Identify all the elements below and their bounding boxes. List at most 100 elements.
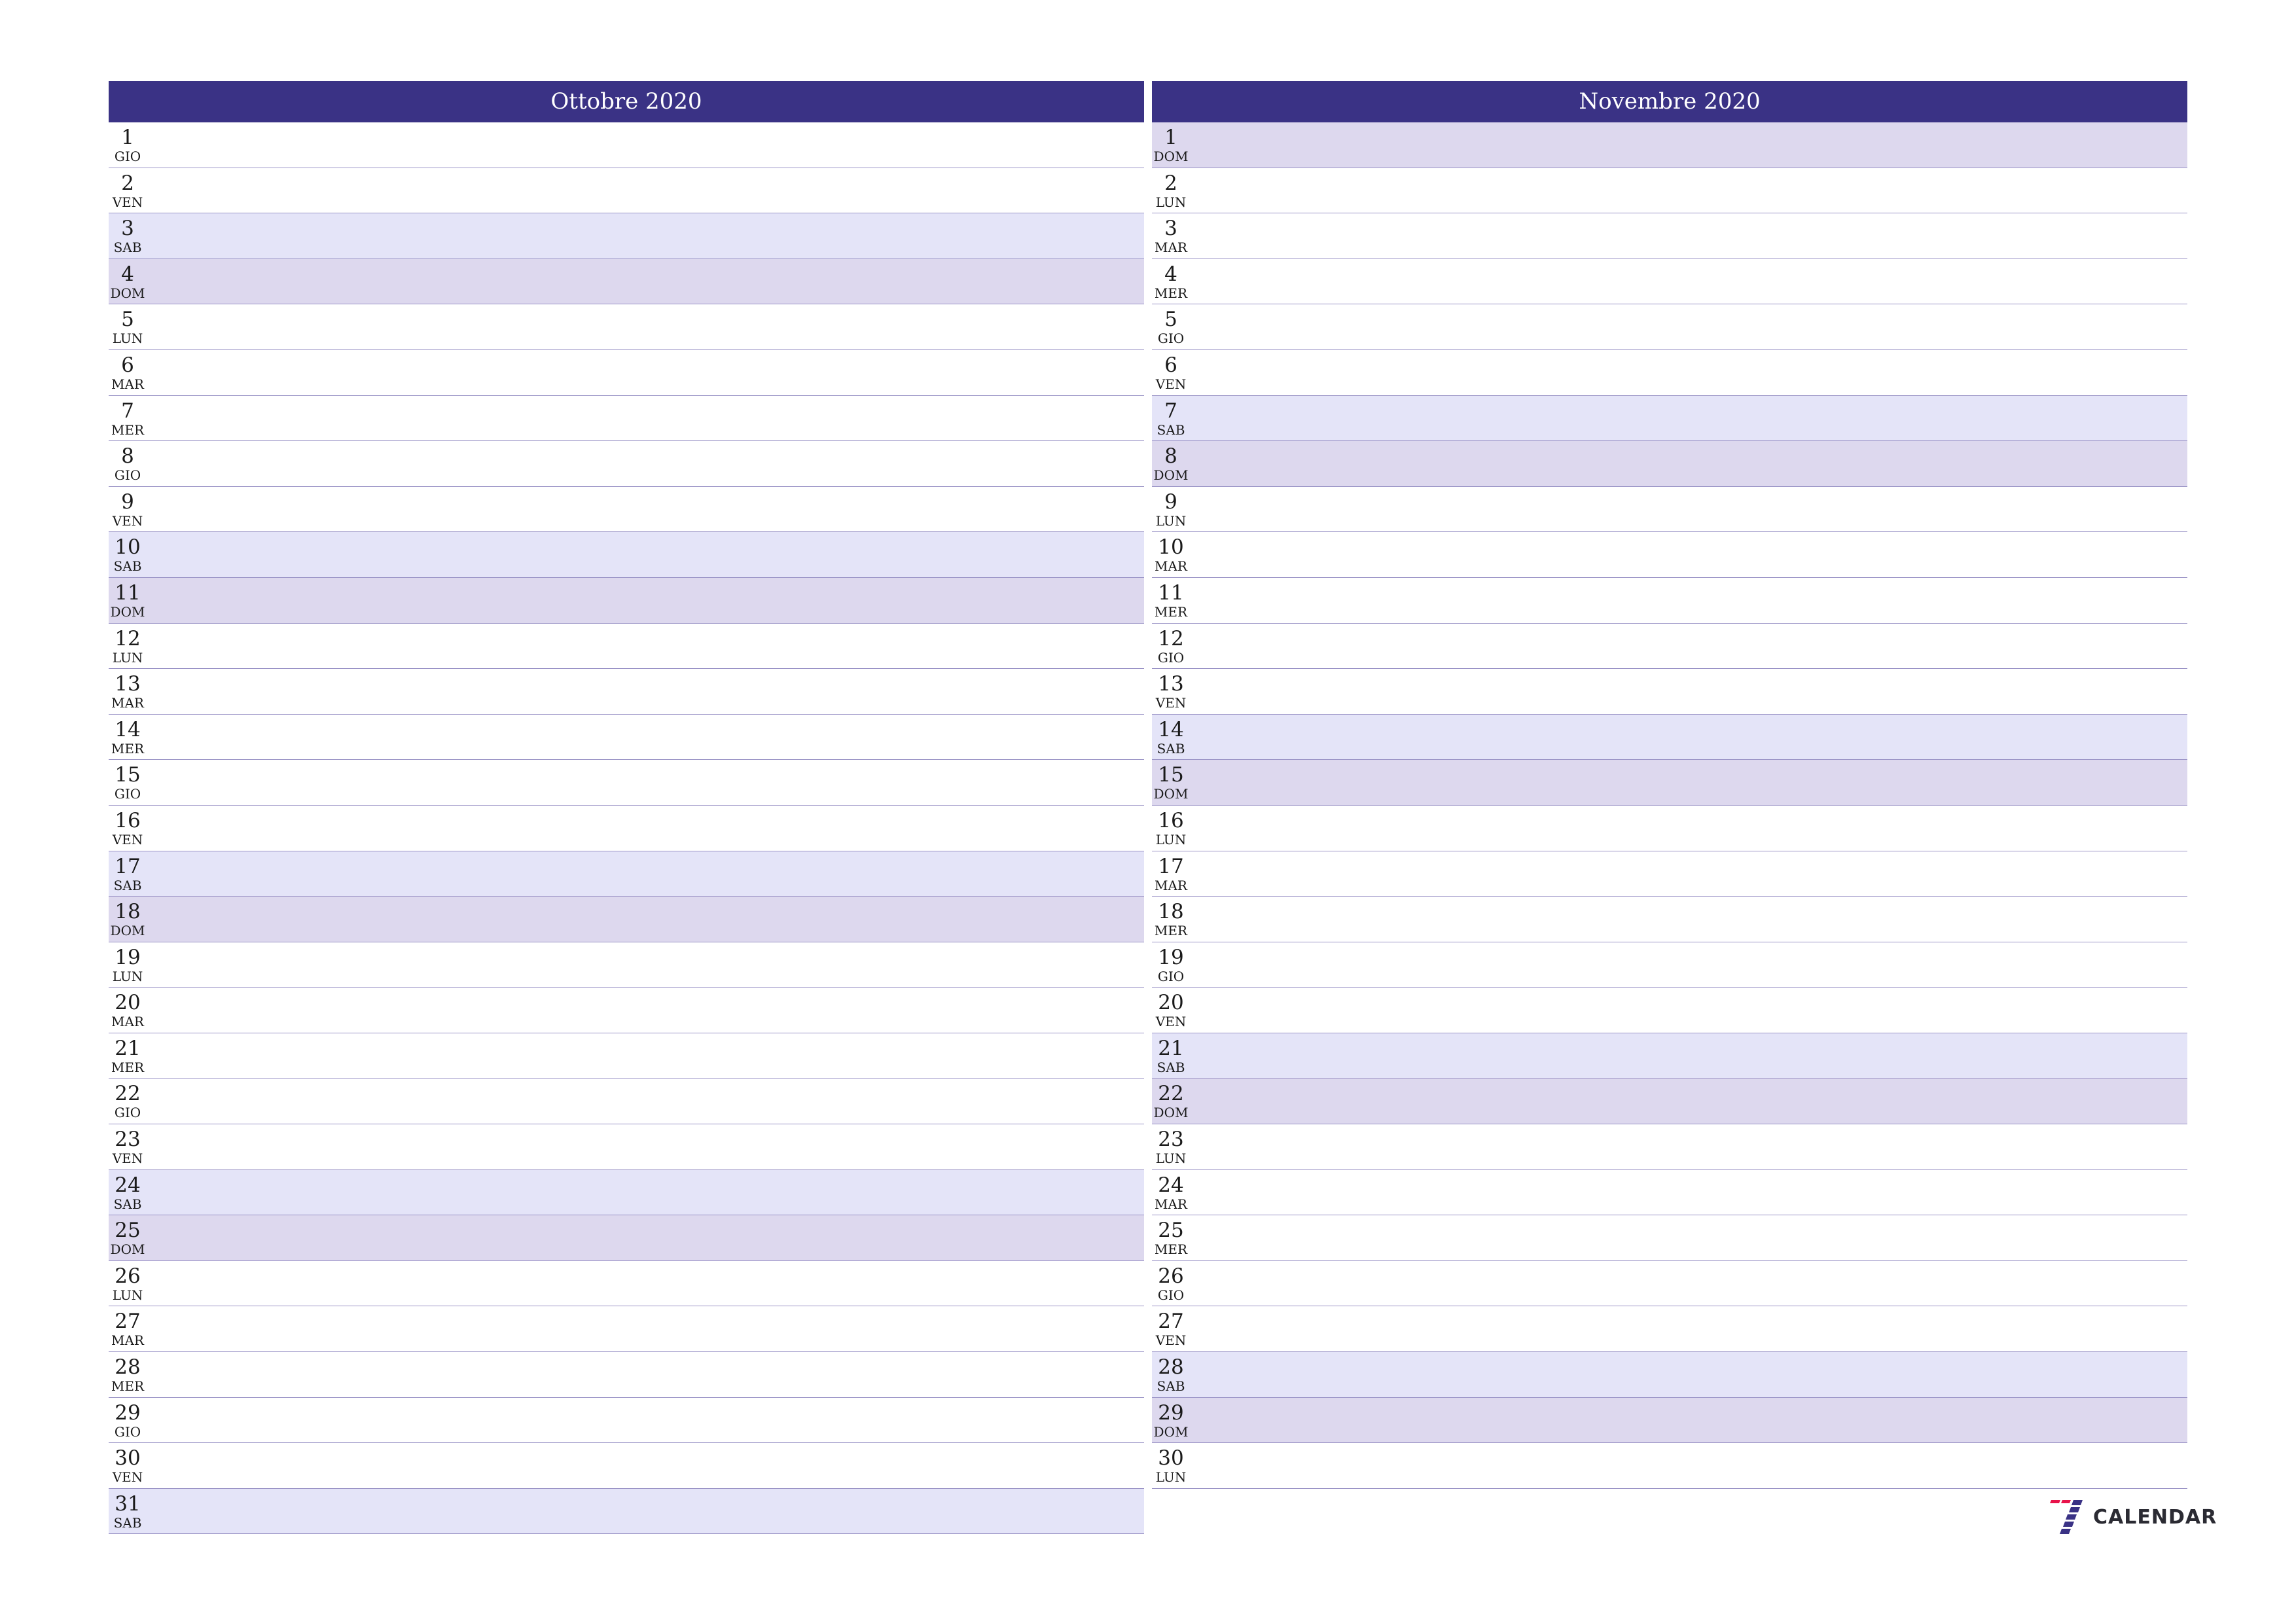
day-number: 23: [1158, 1128, 1184, 1152]
day-label: 25 MER: [1152, 1215, 1190, 1257]
day-label: 5 GIO: [1152, 304, 1190, 346]
day-row[interactable]: 21 SAB: [1152, 1033, 2187, 1079]
day-row[interactable]: 5 LUN: [109, 304, 1144, 350]
day-row[interactable]: 1 GIO: [109, 122, 1144, 168]
day-row[interactable]: 4 DOM: [109, 259, 1144, 305]
day-label: 3 MAR: [1152, 213, 1190, 255]
day-row[interactable]: 8 GIO: [109, 441, 1144, 487]
day-number: 15: [115, 763, 141, 787]
day-number: 19: [1158, 945, 1184, 969]
day-row[interactable]: 13 MAR: [109, 669, 1144, 715]
day-number: 19: [115, 945, 141, 969]
weekday-name: MAR: [111, 376, 144, 392]
day-row[interactable]: 15 GIO: [109, 760, 1144, 806]
day-row[interactable]: 10 SAB: [109, 532, 1144, 578]
day-number: 5: [121, 308, 134, 332]
day-label: 28 MER: [109, 1352, 147, 1394]
weekday-name: SAB: [113, 1196, 142, 1212]
day-number: 26: [1158, 1264, 1184, 1288]
day-row[interactable]: 22 DOM: [1152, 1079, 2187, 1125]
weekday-name: DOM: [110, 1241, 145, 1258]
day-row[interactable]: 12 LUN: [109, 623, 1144, 669]
day-row[interactable]: 5 GIO: [1152, 304, 2187, 350]
day-row[interactable]: 13 VEN: [1152, 669, 2187, 715]
weekday-name: MAR: [111, 1332, 144, 1349]
day-row[interactable]: 20 VEN: [1152, 988, 2187, 1033]
day-number: 13: [1158, 672, 1184, 696]
weekday-name: MAR: [1155, 558, 1187, 575]
day-row[interactable]: 22 GIO: [109, 1079, 1144, 1125]
day-row[interactable]: 28 SAB: [1152, 1352, 2187, 1398]
day-row[interactable]: 11 MER: [1152, 577, 2187, 624]
day-row[interactable]: 19 LUN: [109, 942, 1144, 988]
day-row[interactable]: 15 DOM: [1152, 760, 2187, 806]
day-row[interactable]: 20 MAR: [109, 988, 1144, 1033]
day-row[interactable]: 31 SAB: [109, 1488, 1144, 1535]
day-label: 24 SAB: [109, 1170, 147, 1212]
day-row[interactable]: 2 LUN: [1152, 168, 2187, 214]
day-row[interactable]: 11 DOM: [109, 577, 1144, 624]
day-row[interactable]: 26 GIO: [1152, 1260, 2187, 1307]
day-label: 13 VEN: [1152, 669, 1190, 711]
day-label: 2 VEN: [109, 168, 147, 210]
day-row[interactable]: 30 LUN: [1152, 1443, 2187, 1489]
day-row[interactable]: 10 MAR: [1152, 532, 2187, 578]
day-number: 25: [1158, 1219, 1184, 1243]
month-days: 1 GIO 2 VEN 3 SAB 4 DOM 5 LUN 6 MAR 7 MER 8 GIO 9 VEN 10 SA…: [109, 122, 1144, 1535]
day-row[interactable]: 19 GIO: [1152, 942, 2187, 988]
day-row[interactable]: 17 MAR: [1152, 851, 2187, 897]
day-row[interactable]: 1 DOM: [1152, 122, 2187, 168]
day-row[interactable]: 6 MAR: [109, 349, 1144, 396]
day-row[interactable]: 3 MAR: [1152, 213, 2187, 259]
weekday-name: GIO: [114, 786, 141, 802]
day-row[interactable]: 18 DOM: [109, 897, 1144, 942]
day-row[interactable]: 27 VEN: [1152, 1306, 2187, 1353]
day-row[interactable]: 29 GIO: [109, 1397, 1144, 1444]
day-row[interactable]: 14 MER: [109, 714, 1144, 760]
day-row[interactable]: 24 SAB: [109, 1169, 1144, 1216]
day-row[interactable]: 3 SAB: [109, 213, 1144, 259]
day-number: 8: [1164, 444, 1177, 469]
day-row[interactable]: 24 MAR: [1152, 1169, 2187, 1216]
day-label: 6 MAR: [109, 350, 147, 392]
weekday-name: VEN: [1155, 695, 1187, 711]
day-number: 7: [121, 399, 134, 423]
day-row[interactable]: 7 MER: [109, 395, 1144, 442]
day-row[interactable]: 21 MER: [109, 1033, 1144, 1079]
day-label: 7 SAB: [1152, 396, 1190, 438]
day-label: 8 GIO: [109, 441, 147, 483]
day-row[interactable]: 18 MER: [1152, 897, 2187, 942]
day-row[interactable]: 9 VEN: [109, 486, 1144, 533]
weekday-name: LUN: [1155, 1150, 1187, 1167]
day-row[interactable]: 28 MER: [109, 1352, 1144, 1398]
day-label: 29 GIO: [109, 1398, 147, 1440]
day-row[interactable]: 25 MER: [1152, 1215, 2187, 1261]
weekday-name: SAB: [113, 1514, 142, 1531]
day-row[interactable]: 16 VEN: [109, 805, 1144, 851]
day-row[interactable]: 8 DOM: [1152, 441, 2187, 487]
day-row[interactable]: 16 LUN: [1152, 805, 2187, 851]
day-row[interactable]: 7 SAB: [1152, 395, 2187, 442]
day-row[interactable]: 9 LUN: [1152, 486, 2187, 533]
day-row[interactable]: 14 SAB: [1152, 714, 2187, 760]
day-row[interactable]: 29 DOM: [1152, 1397, 2187, 1444]
day-number: 3: [1164, 217, 1177, 241]
day-number: 16: [1158, 808, 1184, 832]
day-label: 23 LUN: [1152, 1124, 1190, 1166]
weekday-name: GIO: [114, 149, 141, 164]
day-label: 14 MER: [109, 715, 147, 757]
day-row[interactable]: 17 SAB: [109, 851, 1144, 897]
day-row[interactable]: 4 MER: [1152, 259, 2187, 305]
day-row[interactable]: 27 MAR: [109, 1306, 1144, 1353]
day-row[interactable]: 23 LUN: [1152, 1124, 2187, 1170]
day-number: 14: [115, 717, 141, 741]
day-row[interactable]: 26 LUN: [109, 1260, 1144, 1307]
weekday-name: GIO: [1157, 649, 1185, 666]
day-row[interactable]: 6 VEN: [1152, 349, 2187, 396]
day-row[interactable]: 25 DOM: [109, 1215, 1144, 1261]
weekday-name: DOM: [1153, 467, 1189, 484]
day-row[interactable]: 2 VEN: [109, 168, 1144, 214]
day-row[interactable]: 30 VEN: [109, 1443, 1144, 1489]
day-row[interactable]: 23 VEN: [109, 1124, 1144, 1170]
day-row[interactable]: 12 GIO: [1152, 623, 2187, 669]
